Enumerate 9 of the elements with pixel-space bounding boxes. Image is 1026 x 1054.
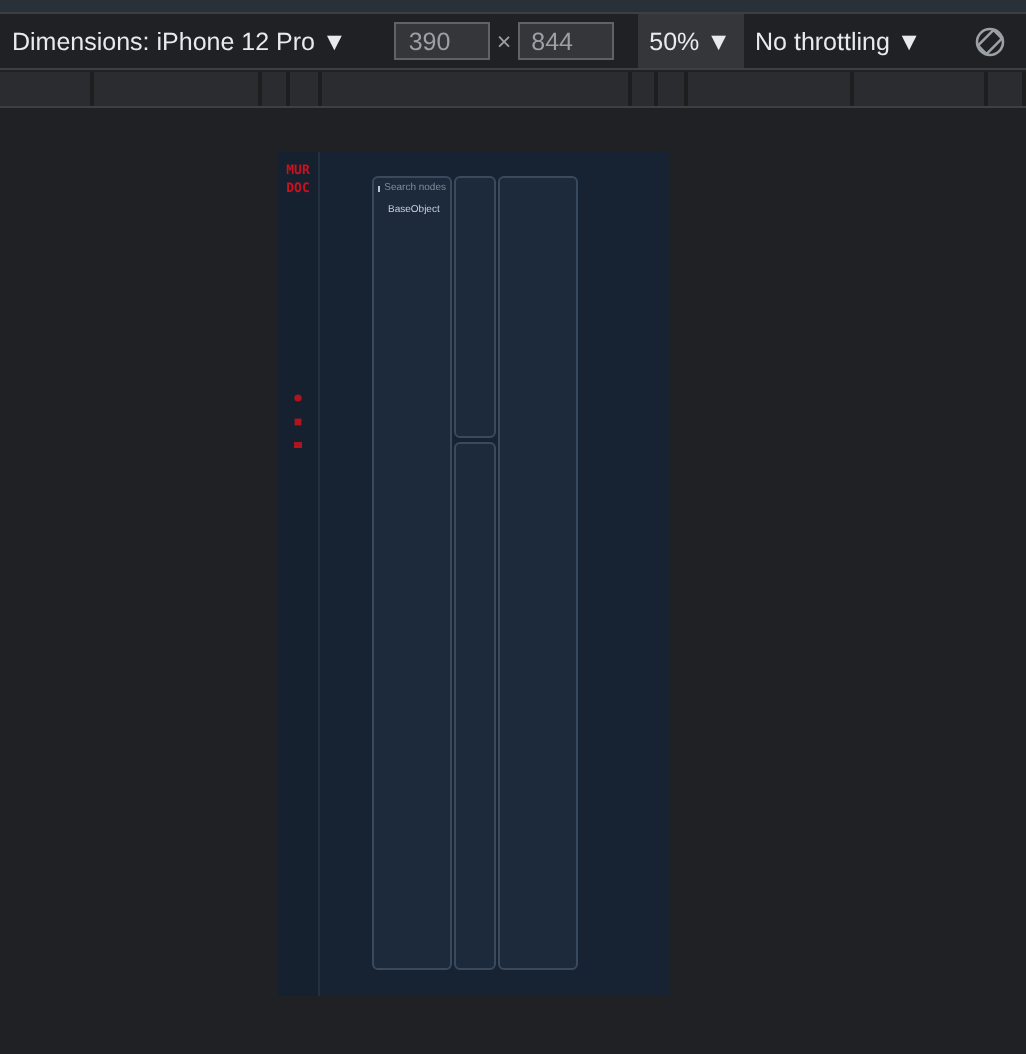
width-field[interactable]: 390 [394,22,491,60]
device-dropdown[interactable]: Dimensions: iPhone 12 Pro ▼ [12,27,347,55]
rotate-icon[interactable] [973,25,1006,57]
times-sign: × [496,27,512,55]
height-field[interactable]: 844 [517,22,614,60]
throttling-dropdown[interactable]: No throttling ▼ [755,27,922,55]
nav-icon[interactable] [294,394,302,402]
nav-icon[interactable] [294,418,302,426]
zoom-dropdown[interactable]: 50% ▼ [637,14,744,68]
